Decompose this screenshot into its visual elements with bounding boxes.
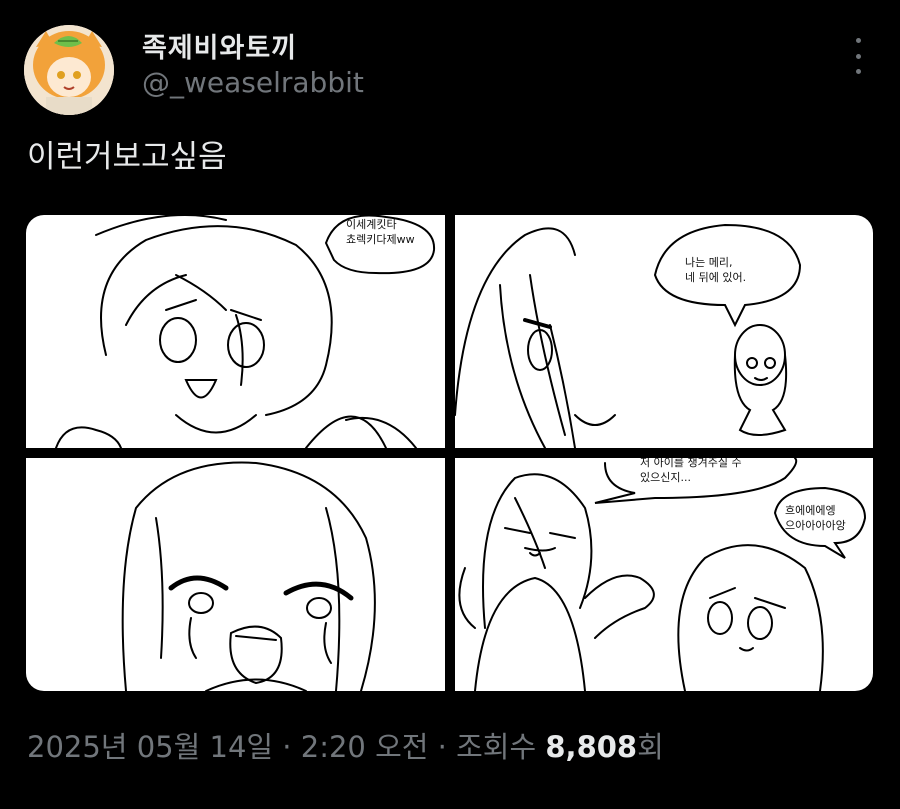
tweet-date[interactable]: 2025년 05월 14일 bbox=[27, 730, 273, 764]
tweet-meta: 2025년 05월 14일 · 2:20 오전 · 조회수 8,808회 bbox=[27, 724, 664, 766]
avatar-image bbox=[24, 25, 114, 115]
meta-separator: · bbox=[273, 730, 301, 764]
tweet-text: 이런거보고싶음 bbox=[27, 139, 227, 175]
more-vertical-icon bbox=[855, 38, 861, 43]
more-options-button[interactable] bbox=[848, 38, 868, 74]
panel1-speech-bubble: 이세계킷타 쵸렉키다제ww bbox=[346, 218, 415, 246]
meta-separator: · bbox=[428, 730, 457, 764]
views-suffix: 회 bbox=[637, 730, 664, 764]
tweet-media-image[interactable]: 이세계킷타 쵸렉키다제ww 나는 메리, 네 뒤에 있어. 저 아이를 챙겨주실… bbox=[26, 215, 873, 691]
views-label: 조회수 bbox=[456, 730, 546, 764]
more-vertical-icon-dot bbox=[855, 53, 861, 59]
author-handle[interactable]: @_weaselrabbit bbox=[142, 66, 364, 99]
panel2-speech-bubble: 나는 메리, 네 뒤에 있어. bbox=[685, 256, 747, 284]
comic-panel-1: 이세계킷타 쵸렉키다제ww bbox=[26, 215, 445, 448]
author-avatar[interactable] bbox=[24, 25, 114, 115]
panel4-speech-bubble-top: 저 아이를 챙겨주실 수 있으신지... bbox=[640, 458, 742, 484]
tweet-time[interactable]: 2:20 오전 bbox=[301, 730, 429, 764]
author-display-name[interactable]: 족제비와토끼 bbox=[142, 26, 297, 65]
panel4-speech-bubble-right: 흐에에에엥 으아아아아앙 bbox=[785, 504, 846, 532]
views-count: 8,808 bbox=[545, 730, 638, 764]
comic-panel-4: 저 아이를 챙겨주실 수 있으신지... 흐에에에엥 으아아아아앙 bbox=[455, 458, 873, 691]
comic-panel-2: 나는 메리, 네 뒤에 있어. bbox=[455, 215, 873, 448]
more-vertical-icon-dot bbox=[855, 69, 861, 74]
comic-panel-3 bbox=[26, 458, 445, 691]
